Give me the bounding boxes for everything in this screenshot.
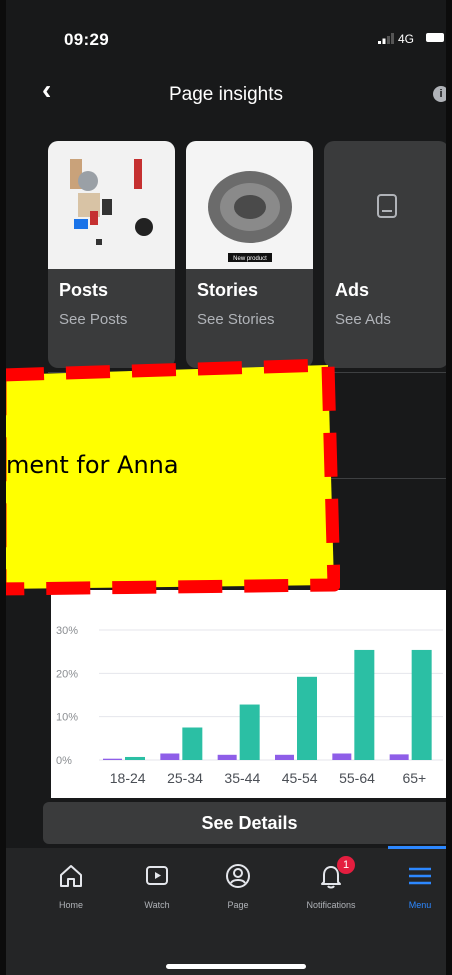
bar-65+-series-1	[411, 649, 432, 760]
home-icon	[60, 865, 82, 887]
bar-45-54-series-1	[297, 676, 317, 760]
ads-card[interactable]: Ads See Ads	[324, 141, 446, 368]
phone-screen: 09:29 4G ‹ Page insights i Posts See Pos…	[0, 0, 452, 975]
bar-55-64-series-1	[354, 649, 375, 760]
tablet-icon	[377, 194, 397, 218]
stories-card[interactable]: New product Stories See Stories	[186, 141, 313, 368]
posts-card-title: Posts	[59, 280, 109, 300]
nav-notifications-label: Notifications	[306, 900, 356, 910]
ads-card-subtitle: See Ads	[335, 311, 391, 328]
age-gender-chart: 0% 10% 20% 30% 18-24 25-34 35-44 45-54 55-64 65+	[51, 590, 446, 798]
y-tick-label: 10%	[56, 712, 78, 724]
posts-card-subtitle: See Posts	[59, 311, 128, 328]
info-icon[interactable]: i	[433, 86, 446, 102]
nav-home-label: Home	[58, 900, 83, 910]
posts-card[interactable]: Posts See Posts	[48, 141, 175, 368]
notification-badge: 1	[337, 856, 355, 874]
bar-45-54-series-0	[275, 754, 294, 760]
story-caption: New product	[233, 256, 267, 262]
x-tick-label: 18-24	[110, 770, 146, 786]
bar-25-34-series-0	[160, 753, 180, 760]
bar-55-64-series-0	[332, 753, 352, 760]
bar-25-34-series-1	[182, 727, 203, 760]
y-tick-label: 30%	[56, 625, 78, 637]
stories-card-subtitle: See Stories	[197, 311, 275, 328]
battery-icon	[426, 33, 444, 42]
signal-icon	[378, 33, 394, 44]
x-tick-label: 45-54	[282, 770, 318, 786]
ads-card-title: Ads	[335, 280, 370, 300]
nav-menu-label: Menu	[408, 900, 432, 910]
x-tick-label: 35-44	[224, 770, 260, 786]
y-tick-label: 0%	[56, 755, 72, 767]
bar-18-24-series-1	[125, 756, 145, 760]
active-tab-indicator	[388, 846, 446, 849]
network-label: 4G	[398, 32, 415, 46]
y-tick-label: 20%	[56, 668, 78, 680]
status-time: 09:29	[64, 30, 109, 49]
x-tick-label: 65+	[402, 770, 426, 786]
annotation-text: ment for Anna	[6, 451, 179, 479]
watch-icon	[146, 866, 168, 885]
home-indicator	[166, 964, 306, 969]
bar-35-44-series-1	[239, 704, 260, 760]
page-title: Page insights	[168, 84, 284, 105]
bar-35-44-series-0	[217, 754, 237, 760]
bar-65+-series-0	[389, 754, 409, 760]
bottom-nav: Home Watch Page 1 Notifications Menu	[6, 848, 446, 975]
stories-thumbnail-image: New product	[186, 141, 313, 269]
stories-card-title: Stories	[197, 280, 259, 300]
menu-icon	[409, 867, 431, 885]
nav-watch-label: Watch	[144, 900, 170, 910]
x-tick-label: 25-34	[167, 770, 203, 786]
posts-thumbnail-image	[48, 141, 175, 269]
bar-18-24-series-0	[103, 758, 122, 760]
nav-page-label: Page	[227, 900, 249, 910]
see-details-button[interactable]: See Details	[43, 802, 446, 844]
x-tick-label: 55-64	[339, 770, 375, 786]
page-icon	[226, 864, 250, 888]
